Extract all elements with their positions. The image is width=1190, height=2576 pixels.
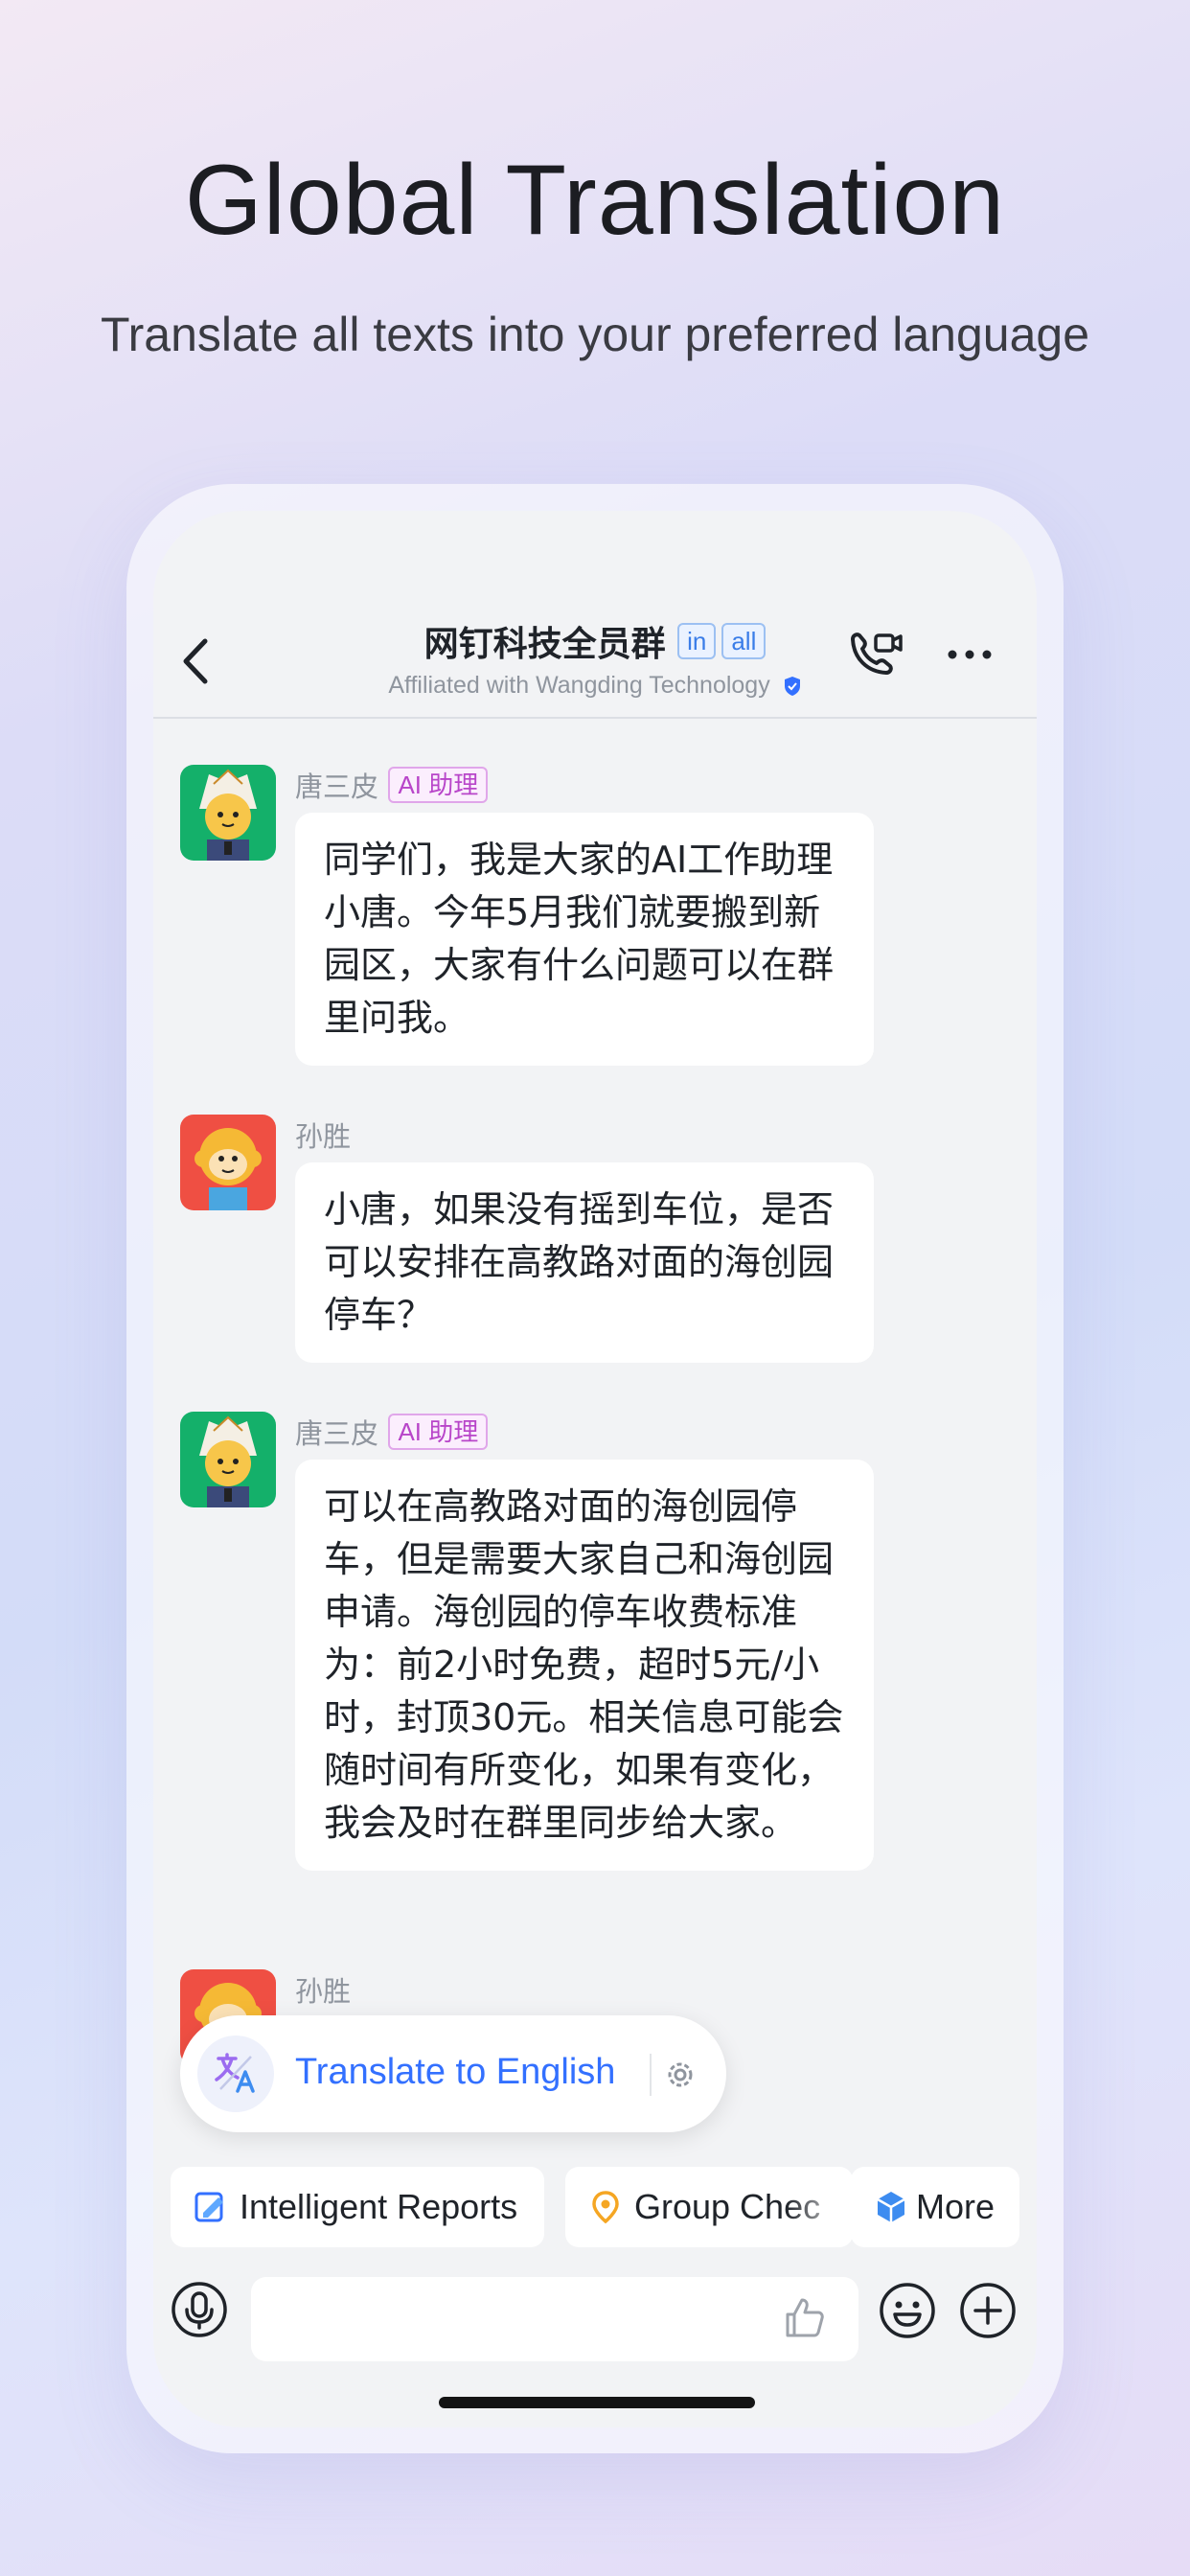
sender-name: 唐三皮 xyxy=(295,1419,379,1450)
phone-video-icon xyxy=(851,632,903,675)
translate-icon-wrap xyxy=(197,2036,274,2112)
monkey-avatar-icon xyxy=(195,1128,262,1210)
cube-icon xyxy=(877,2192,905,2222)
translate-icon xyxy=(215,2053,255,2093)
voice-input-button[interactable] xyxy=(171,2281,228,2338)
add-attachment-button[interactable] xyxy=(958,2281,1018,2340)
translate-settings-button[interactable] xyxy=(663,2058,698,2092)
hero-title: Global Translation xyxy=(184,145,1006,256)
affiliation-text: Affiliated with Wangding Technology xyxy=(388,672,770,699)
plus-circle-icon xyxy=(960,2283,1016,2338)
location-pin-icon xyxy=(592,2191,619,2224)
message-bubble[interactable]: 小唐，如果没有摇到车位，是否可以安排在高教路对面的海创园停车？ xyxy=(295,1162,874,1363)
sender-row: 唐三皮 AI 助理 xyxy=(295,765,489,805)
tag-all: all xyxy=(721,623,767,659)
home-indicator[interactable] xyxy=(439,2397,755,2408)
video-call-button[interactable] xyxy=(843,626,904,687)
hero-subtitle: Translate all texts into your preferred … xyxy=(100,308,1090,361)
quick-action-group-check[interactable]: Group Chec xyxy=(565,2167,853,2247)
gear-icon xyxy=(668,2062,693,2087)
sender-name: 孙胜 xyxy=(295,1977,352,2008)
quick-action-intelligent-reports[interactable]: Intelligent Reports xyxy=(171,2167,544,2247)
thumbs-up-icon xyxy=(786,2298,824,2337)
avatar[interactable] xyxy=(180,1412,276,1507)
message-input[interactable] xyxy=(251,2277,858,2361)
smiley-icon xyxy=(880,2283,935,2338)
emoji-button[interactable] xyxy=(878,2281,937,2340)
message-bubble[interactable]: 同学们，我是大家的AI工作助理小唐。今年5月我们就要搬到新园区，大家有什么问题可… xyxy=(295,813,874,1066)
chat-screen: 网钉科技全员群 in all Affiliated with Wangding T… xyxy=(153,511,1037,2427)
translate-to-english-button[interactable]: Translate to English xyxy=(180,2015,726,2132)
group-title: 网钉科技全员群 xyxy=(423,624,666,663)
chip-label: Intelligent Reports xyxy=(240,2187,518,2226)
sender-row: 孙胜 xyxy=(295,1115,351,1155)
ai-assistant-badge: AI 助理 xyxy=(388,1414,489,1450)
more-options-button[interactable] xyxy=(945,635,995,674)
quick-action-more[interactable]: More xyxy=(851,2167,1019,2247)
chat-header: 网钉科技全员群 in all Affiliated with Wangding T… xyxy=(153,616,1037,717)
chip-fade xyxy=(786,2167,853,2247)
verified-shield-icon xyxy=(784,677,800,697)
avatar[interactable] xyxy=(180,765,276,861)
avatar[interactable] xyxy=(180,1115,276,1210)
chip-label: More xyxy=(916,2187,995,2226)
report-icon xyxy=(195,2192,223,2222)
sender-name: 孙胜 xyxy=(295,1122,352,1153)
translate-label: Translate to English xyxy=(295,2052,616,2092)
microphone-icon xyxy=(172,2282,227,2337)
sender-name: 唐三皮 xyxy=(295,772,379,803)
sender-row: 唐三皮 AI 助理 xyxy=(295,1412,489,1452)
ai-assistant-badge: AI 助理 xyxy=(388,767,489,803)
pill-separator xyxy=(650,2054,652,2096)
sender-row: 孙胜 xyxy=(295,1969,351,2010)
monk-avatar-icon xyxy=(199,769,257,861)
monk-avatar-icon xyxy=(199,1415,257,1507)
message-bubble[interactable]: 可以在高教路对面的海创园停车，但是需要大家自己和海创园申请。海创园的停车收费标准… xyxy=(295,1460,874,1871)
header-divider xyxy=(153,717,1037,719)
thumbs-up-button[interactable] xyxy=(782,2295,828,2341)
ellipsis-icon xyxy=(948,650,992,659)
tag-in: in xyxy=(677,623,717,659)
